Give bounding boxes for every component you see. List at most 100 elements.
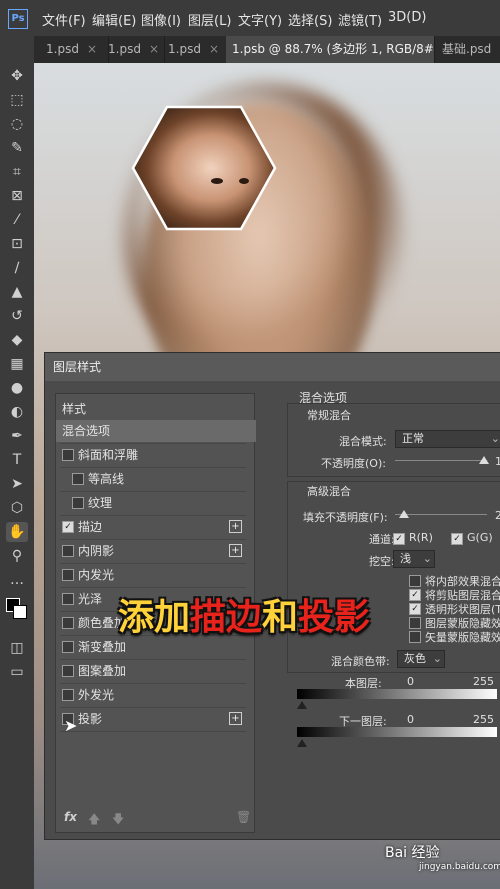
- style-label: 图案叠加: [78, 664, 127, 678]
- style-pattern-overlay[interactable]: 图案叠加: [56, 660, 250, 682]
- frame-icon[interactable]: ⊠: [6, 186, 28, 206]
- move-icon[interactable]: ✥: [6, 66, 28, 86]
- style-texture[interactable]: 纹理: [56, 492, 250, 514]
- style-inner-shadow[interactable]: 内阴影 +: [56, 540, 250, 562]
- style-stroke[interactable]: ✓ 描边 +: [56, 516, 250, 538]
- opacity-label: 不透明度(O):: [321, 457, 386, 470]
- blend-mode-select[interactable]: 正常 ⌄: [395, 430, 500, 448]
- marquee-icon[interactable]: ⬚: [6, 90, 28, 110]
- tab-1psd-a[interactable]: 1.psd ×: [40, 36, 109, 63]
- brush-icon[interactable]: ∕: [6, 258, 28, 278]
- checkbox[interactable]: [62, 617, 74, 629]
- caption-part: 描边: [190, 597, 263, 638]
- path-select-icon[interactable]: ➤: [6, 474, 28, 494]
- underlying-layer-gradient: [297, 727, 497, 737]
- blend-if-value: 灰色: [404, 652, 426, 665]
- fill-opacity-value[interactable]: 2: [495, 509, 500, 522]
- dodge-icon[interactable]: ◐: [6, 402, 28, 422]
- trash-icon[interactable]: 🗑: [236, 810, 251, 824]
- add-icon[interactable]: +: [229, 520, 242, 533]
- add-icon[interactable]: +: [229, 712, 242, 725]
- opacity-slider[interactable]: [395, 460, 487, 461]
- chevron-down-icon: ⌄: [490, 432, 500, 445]
- close-icon[interactable]: ×: [87, 42, 97, 56]
- hand-icon[interactable]: ✋: [6, 522, 28, 542]
- style-blending-options[interactable]: 混合选项: [56, 420, 256, 442]
- style-bevel-emboss[interactable]: 斜面和浮雕: [56, 444, 250, 466]
- option-checkbox[interactable]: [409, 575, 421, 587]
- stamp-icon[interactable]: ▲: [6, 282, 28, 302]
- watermark-brand: Bai 经验: [385, 845, 440, 861]
- blur-icon[interactable]: ●: [6, 378, 28, 398]
- screen-mode-icon[interactable]: ▭: [6, 662, 28, 682]
- menu-layer[interactable]: 图层(L): [188, 10, 231, 29]
- move-down-icon[interactable]: 🡇: [112, 810, 124, 831]
- option-checkbox[interactable]: [409, 631, 421, 643]
- knockout-select[interactable]: 浅 ⌄: [393, 550, 435, 568]
- move-up-icon[interactable]: 🡅: [88, 810, 100, 831]
- underlying-layer-min: 0: [407, 713, 414, 726]
- channel-r-checkbox[interactable]: ✓: [393, 533, 405, 545]
- underlying-layer-black-thumb[interactable]: [297, 739, 307, 747]
- checkbox[interactable]: [62, 545, 74, 557]
- close-icon[interactable]: ×: [209, 42, 219, 56]
- checkbox-checked[interactable]: ✓: [62, 521, 74, 533]
- tab-base-psd[interactable]: 基础.psd: [436, 36, 500, 63]
- style-contour[interactable]: 等高线: [56, 468, 250, 490]
- healing-icon[interactable]: ⊡: [6, 234, 28, 254]
- style-outer-glow[interactable]: 外发光: [56, 684, 250, 706]
- watermark-url: jingyan.baidu.com: [419, 862, 500, 872]
- more-icon[interactable]: …: [6, 570, 28, 590]
- menu-edit[interactable]: 编辑(E): [92, 10, 136, 29]
- eyedropper-icon[interactable]: ⁄: [6, 210, 28, 230]
- menu-image[interactable]: 图像(I): [141, 10, 181, 29]
- fx-icon[interactable]: fx: [64, 810, 77, 824]
- crop-icon[interactable]: ⌗: [6, 162, 28, 182]
- lasso-icon[interactable]: ◌: [6, 114, 28, 134]
- add-icon[interactable]: +: [229, 544, 242, 557]
- color-swatch-icon[interactable]: [6, 598, 28, 619]
- menu-3d[interactable]: 3D(D): [388, 10, 426, 25]
- zoom-icon[interactable]: ⚲: [6, 546, 28, 566]
- opacity-slider-thumb[interactable]: [479, 456, 489, 464]
- caption-part: 添加: [118, 597, 191, 638]
- menu-type[interactable]: 文字(Y): [238, 10, 282, 29]
- style-inner-glow[interactable]: 内发光: [56, 564, 250, 586]
- checkbox[interactable]: [62, 665, 74, 677]
- tab-1psd-c[interactable]: 1.psd ×: [162, 36, 229, 63]
- tab-1psd-b[interactable]: 1.psd ×: [102, 36, 165, 63]
- checkbox[interactable]: [72, 497, 84, 509]
- background-color[interactable]: [13, 605, 27, 619]
- option-checkbox-checked[interactable]: ✓: [409, 603, 421, 615]
- pen-icon[interactable]: ✒: [6, 426, 28, 446]
- style-label: 描边: [78, 520, 103, 534]
- checkbox[interactable]: [62, 569, 74, 581]
- menu-file[interactable]: 文件(F): [42, 10, 86, 29]
- quick-mask-icon[interactable]: ◫: [6, 638, 28, 658]
- type-icon[interactable]: T: [6, 450, 28, 470]
- checkbox[interactable]: [62, 593, 74, 605]
- blend-if-select[interactable]: 灰色 ⌄: [397, 650, 445, 668]
- checkbox[interactable]: [62, 449, 74, 461]
- eraser-icon[interactable]: ◆: [6, 330, 28, 350]
- gradient-icon[interactable]: ▦: [6, 354, 28, 374]
- caption-part: 和: [262, 597, 299, 638]
- history-brush-icon[interactable]: ↺: [6, 306, 28, 326]
- quick-select-icon[interactable]: ✎: [6, 138, 28, 158]
- opacity-value[interactable]: 1: [495, 455, 500, 468]
- fill-opacity-slider-thumb[interactable]: [399, 510, 409, 518]
- option-checkbox-checked[interactable]: ✓: [409, 589, 421, 601]
- shape-icon[interactable]: ⬡: [6, 498, 28, 518]
- close-icon[interactable]: ×: [149, 42, 159, 56]
- hexagon-shape[interactable]: [129, 103, 279, 233]
- menu-filter[interactable]: 滤镜(T): [338, 10, 382, 29]
- this-layer-black-thumb[interactable]: [297, 701, 307, 709]
- option-checkbox[interactable]: [409, 617, 421, 629]
- checkbox[interactable]: [72, 473, 84, 485]
- tab-active-document[interactable]: 1.psb @ 88.7% (多边形 1, RGB/8#) *×: [226, 36, 435, 63]
- style-drop-shadow[interactable]: 投影 +: [56, 708, 250, 730]
- checkbox[interactable]: [62, 689, 74, 701]
- menu-select[interactable]: 选择(S): [288, 10, 332, 29]
- channel-g-checkbox[interactable]: ✓: [451, 533, 463, 545]
- checkbox[interactable]: [62, 641, 74, 653]
